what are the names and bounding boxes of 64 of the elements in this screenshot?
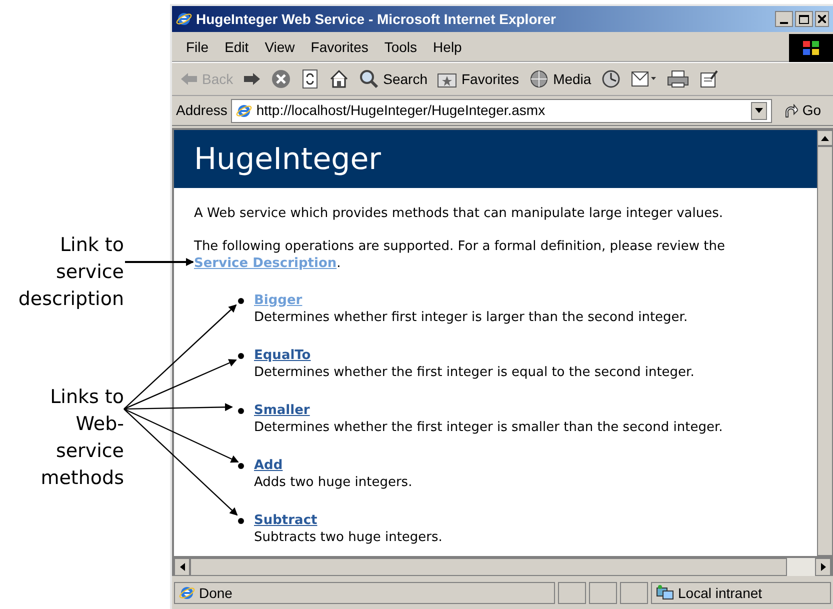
operations-text: The following operations are supported. For a formal definition, please review the Service Description. [194, 238, 726, 272]
back-arrow-icon [180, 72, 198, 86]
method-description: Adds two huge integers. [254, 474, 412, 490]
favorites-button[interactable]: Favorites [437, 68, 520, 90]
mail-button[interactable] [631, 69, 658, 89]
magnifier-icon [359, 69, 380, 89]
menu-item[interactable]: Help [425, 37, 470, 58]
bullet-icon [238, 518, 244, 524]
menu-item[interactable]: View [256, 37, 303, 58]
bullet-icon [238, 408, 244, 414]
search-button[interactable]: Search [359, 68, 428, 90]
menu-item[interactable]: Favorites [302, 37, 376, 58]
scroll-right-icon[interactable] [815, 558, 831, 576]
method-description: Subtracts two huge integers. [254, 528, 442, 546]
edit-button[interactable] [699, 69, 720, 89]
history-button[interactable] [601, 69, 622, 89]
method-link[interactable]: Subtract [254, 512, 318, 528]
status-pane [558, 582, 586, 604]
bullet-icon [238, 352, 244, 358]
callout-label: Links to Web-service methods [40, 385, 124, 491]
network-computers-icon [656, 585, 674, 601]
go-arrow-icon [784, 104, 798, 118]
globe-icon [529, 69, 550, 89]
menu-item[interactable]: File [172, 37, 217, 58]
home-button[interactable] [329, 69, 350, 89]
close-icon [818, 15, 826, 23]
browser-logo-icon [176, 11, 192, 27]
method-link[interactable]: Smaller [254, 402, 310, 418]
minimize-icon [780, 22, 788, 24]
page-icon [236, 102, 252, 118]
address-field[interactable]: http://localhost/HugeInteger/HugeInteger.asmx [231, 98, 772, 122]
method-link[interactable]: Add [254, 456, 283, 474]
status-pane [589, 582, 617, 604]
window-title: HugeInteger Web Service - Microsoft Internet Explorer [196, 10, 556, 29]
print-button[interactable] [667, 69, 690, 89]
menu-item[interactable]: Tools [376, 37, 426, 58]
scroll-up-icon[interactable] [817, 130, 833, 146]
refresh-button[interactable] [301, 69, 320, 89]
page-heading: HugeInteger [194, 140, 381, 178]
maximize-icon [799, 14, 809, 24]
forward-button[interactable] [243, 72, 262, 86]
bullet-icon [238, 462, 244, 468]
media-button[interactable]: Media [529, 68, 592, 90]
method-description: Determines whether the first integer is smaller than the second integer. [254, 418, 723, 436]
windows-flag-icon [802, 40, 820, 56]
close-button[interactable] [815, 11, 829, 27]
callout-arrow [125, 258, 194, 266]
maximize-button[interactable] [795, 11, 813, 27]
page-icon [179, 585, 195, 601]
method-description: Determines whether the first integer is equal to the second integer. [254, 364, 694, 380]
go-button[interactable]: Go [776, 100, 829, 121]
bullet-icon [238, 298, 244, 304]
zone-text: Local intranet [678, 584, 762, 602]
method-link[interactable]: EqualTo [254, 346, 311, 364]
address-label: Address [176, 101, 228, 120]
method-description: Determines whether first integer is larger than the second integer. [254, 308, 688, 326]
status-text: Done [199, 584, 232, 602]
callout-label: Link to service description [17, 233, 124, 312]
menu-item[interactable]: Edit [216, 37, 257, 58]
stop-button[interactable] [271, 69, 292, 89]
status-pane [620, 582, 648, 604]
minimize-button[interactable] [775, 11, 793, 27]
scroll-left-icon[interactable] [174, 558, 190, 576]
intro-text: A Web service which provides methods that can manipulate large integer values. [194, 205, 724, 223]
